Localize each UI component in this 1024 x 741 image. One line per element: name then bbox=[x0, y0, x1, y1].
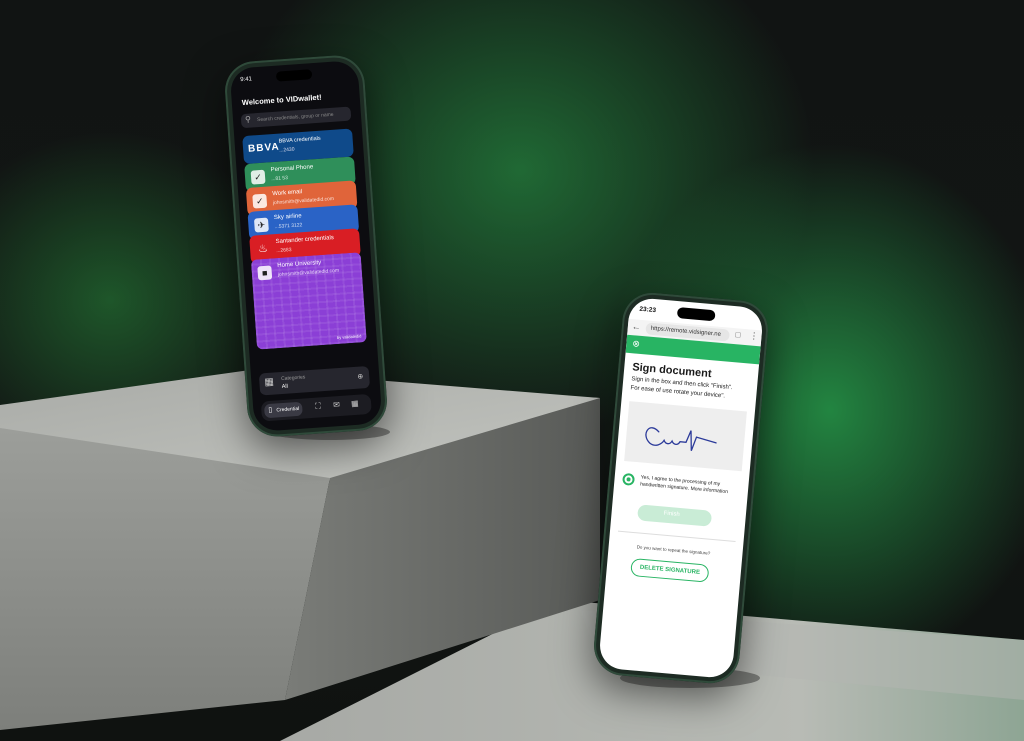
tabs-icon[interactable]: □ bbox=[735, 330, 741, 339]
repeat-prompt: Do you want to repeat the signature? bbox=[636, 544, 711, 556]
vid-check-icon: ✓ bbox=[250, 169, 266, 185]
consent-text: Yes, I agree to the processing of my han… bbox=[639, 474, 729, 496]
card-title: Sky airline bbox=[273, 213, 302, 222]
search-input[interactable]: ⚲ Search credentials, group or name bbox=[240, 106, 352, 129]
wallet-phone: 9:41 Welcome to VIDwallet! ⚲ Search cred… bbox=[223, 53, 389, 439]
dynamic-island bbox=[275, 69, 313, 82]
product-photo-scene: 9:41 Welcome to VIDwallet! ⚲ Search cred… bbox=[0, 0, 1024, 741]
card-title: BBVA credentials bbox=[278, 135, 321, 145]
stone-pedestals bbox=[0, 370, 1024, 741]
card-subtitle: ...81 53 bbox=[271, 175, 289, 183]
wallet-title: Welcome to VIDwallet! bbox=[241, 92, 322, 108]
url-text: https://remote.vidsigner.ne bbox=[650, 325, 722, 338]
status-time: 9:41 bbox=[240, 76, 253, 84]
signature-pad[interactable] bbox=[624, 401, 747, 472]
bottom-tab-bar: ▯ Credential ⛶ ✉ ▦ bbox=[260, 393, 372, 422]
divider bbox=[617, 530, 736, 542]
finish-label: Finish bbox=[663, 510, 680, 518]
university-icon: ■ bbox=[257, 265, 273, 281]
credential-icon: ▯ bbox=[268, 406, 273, 415]
wallet-screen: 9:41 Welcome to VIDwallet! ⚲ Search cred… bbox=[229, 59, 383, 433]
card-title: Personal Phone bbox=[270, 164, 314, 174]
vid-check-icon: ✓ bbox=[252, 193, 268, 209]
search-placeholder: Search credentials, group or name bbox=[256, 111, 334, 124]
santander-flame-icon: ♨ bbox=[257, 242, 269, 256]
credential-card-university[interactable]: ■ Home University johnsmith@validatedid.… bbox=[250, 252, 367, 350]
card-subtitle: johnsmith@validatedid.com bbox=[277, 267, 340, 279]
back-arrow-icon[interactable]: ← bbox=[631, 321, 641, 332]
card-subtitle: johnsmith@validatedid.com bbox=[272, 195, 335, 207]
tab-credential[interactable]: ▯ Credential bbox=[263, 401, 303, 419]
signer-screen: 23:23 ← https://remote.vidsigner.ne □ ⋮ … bbox=[598, 296, 764, 680]
signature-stroke bbox=[645, 427, 717, 451]
upper-block-front bbox=[0, 428, 330, 730]
finish-button[interactable]: Finish bbox=[637, 504, 713, 527]
card-title: Santander credentials bbox=[275, 235, 335, 246]
delete-signature-button[interactable]: DELETE SIGNATURE bbox=[630, 557, 710, 583]
card-subtitle: ...2430 bbox=[279, 146, 295, 154]
search-icon: ⚲ bbox=[244, 114, 252, 124]
card-title: Work email bbox=[272, 189, 303, 198]
status-time: 23:23 bbox=[639, 305, 657, 315]
delete-signature-label: DELETE SIGNATURE bbox=[639, 564, 701, 576]
scan-icon[interactable]: ⛶ bbox=[315, 401, 321, 411]
close-icon[interactable]: ⊗ bbox=[632, 338, 640, 350]
card-subtitle: ...2683 bbox=[276, 247, 292, 255]
airline-icon: ✈ bbox=[253, 217, 269, 233]
bbva-logo-icon: BBVA bbox=[247, 141, 281, 155]
mail-icon[interactable]: ✉ bbox=[333, 400, 340, 409]
dynamic-island bbox=[676, 307, 716, 322]
add-icon[interactable]: ⊕ bbox=[357, 372, 363, 380]
category-label: Categories bbox=[281, 374, 306, 383]
consent-radio[interactable] bbox=[622, 472, 636, 486]
card-subtitle: ...5371 3122 bbox=[274, 222, 303, 231]
category-icon: ▦ bbox=[264, 376, 275, 389]
category-value: All bbox=[281, 383, 289, 391]
pattern-footer: by validatedid bbox=[336, 333, 362, 341]
card-title: Home University bbox=[277, 259, 322, 270]
qr-icon[interactable]: ▦ bbox=[351, 399, 359, 409]
more-menu-icon[interactable]: ⋮ bbox=[749, 330, 759, 342]
tab-credential-label: Credential bbox=[276, 405, 300, 414]
category-selector[interactable]: ▦ Categories All ⊕ bbox=[258, 365, 371, 396]
